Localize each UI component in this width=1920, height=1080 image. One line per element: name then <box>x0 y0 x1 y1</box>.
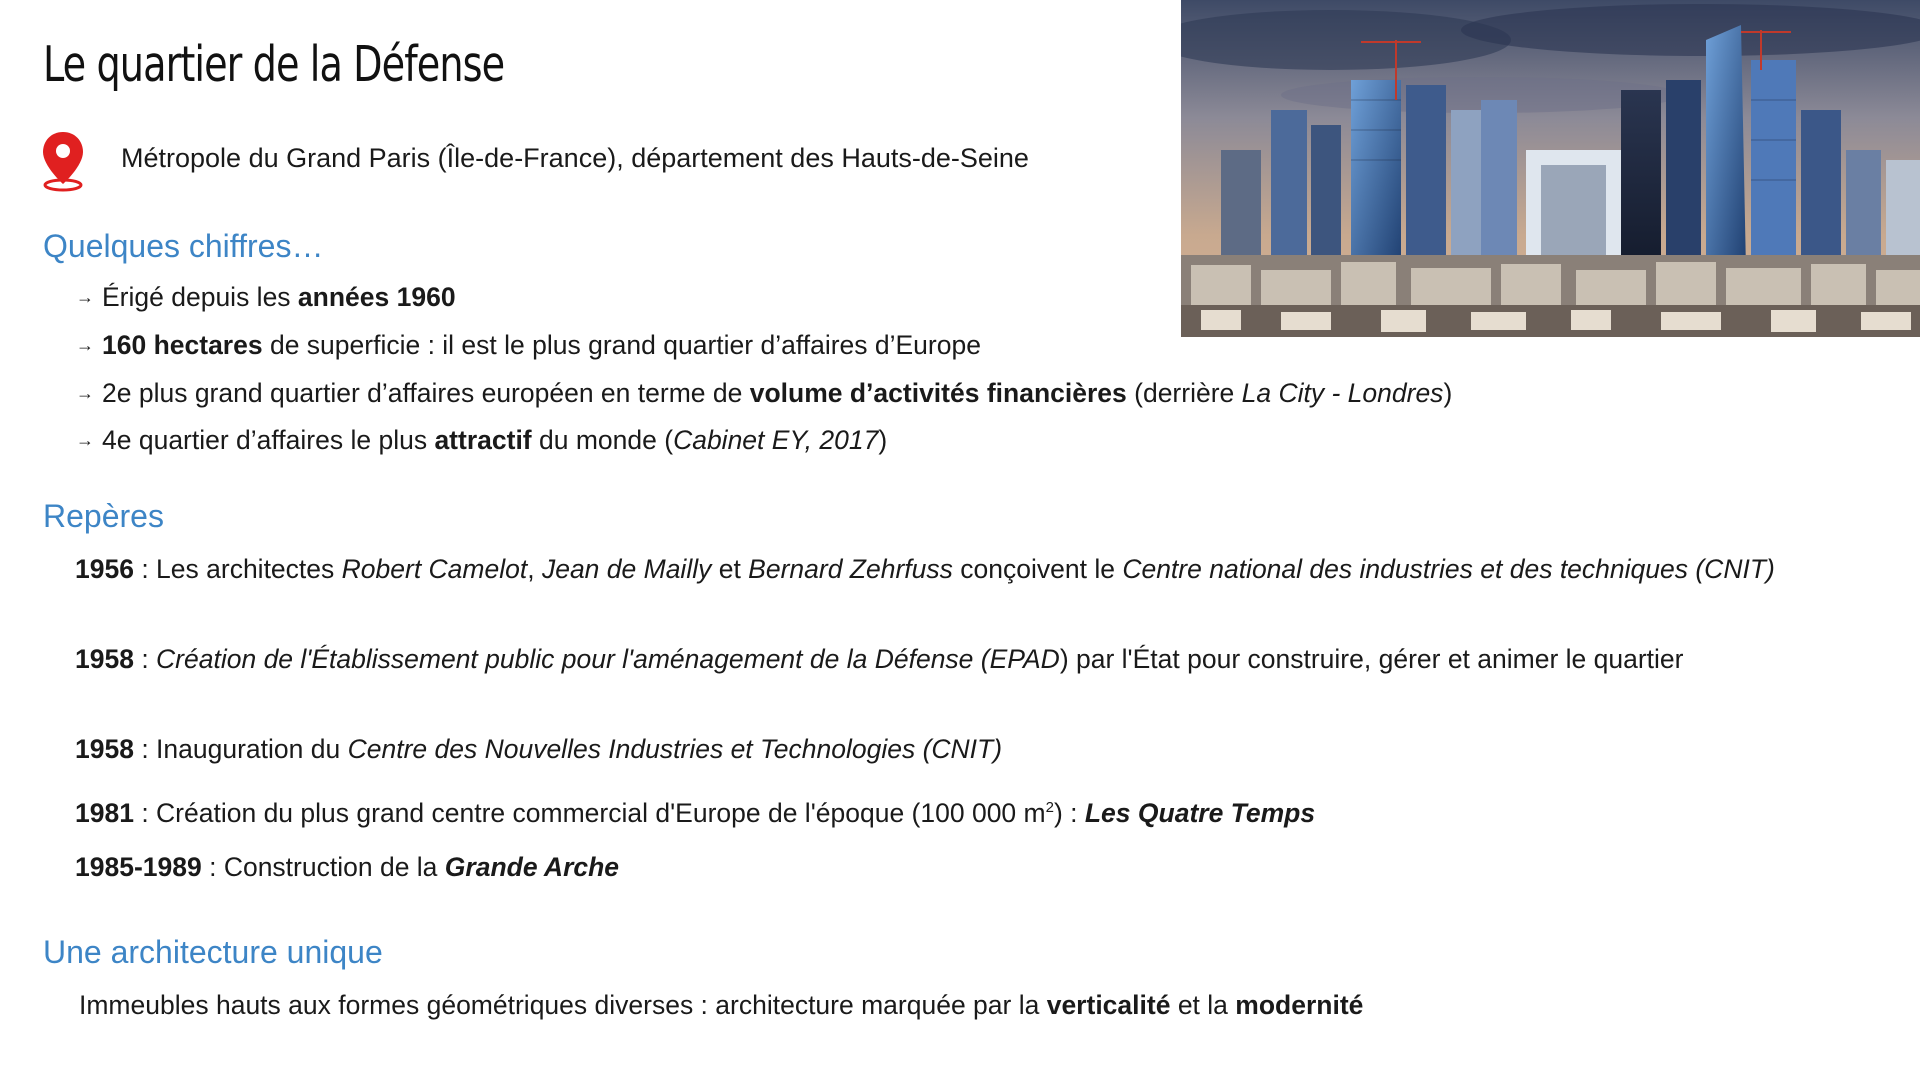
small-arrow-icon: → <box>76 430 94 450</box>
small-arrow-icon: → <box>76 383 94 403</box>
timeline-item: 1958 : Inauguration du Centre des Nouvel… <box>75 734 1003 764</box>
timeline-item: 1985-1989 : Construction de la Grande Ar… <box>75 852 620 882</box>
timeline-item: 1958 : Création de l'Établissement publi… <box>75 644 1684 674</box>
heading-quelques-chiffres: Quelques chiffres… <box>43 228 324 264</box>
small-arrow-icon: → <box>76 287 94 307</box>
stat-item: → 2e plus grand quartier d’affaires europ… <box>76 378 1453 408</box>
stat-item: → 160 hectares de superficie : il est le … <box>76 330 981 360</box>
stat-item: → 4e quartier d’affaires le plus attracti… <box>76 425 888 455</box>
heading-architecture: Une architecture unique <box>43 934 383 970</box>
map-pin-icon <box>43 132 83 192</box>
architecture-text: Immeubles hauts aux formes géométriques … <box>79 990 1364 1020</box>
location-text: Métropole du Grand Paris (Île-de-France)… <box>121 143 1029 173</box>
timeline-item: 1956 : Les architectes Robert Camelot, J… <box>75 554 1775 584</box>
timeline-item: 1981 : Création du plus grand centre com… <box>75 797 1316 828</box>
page-title: Le quartier de la Défense <box>43 36 505 93</box>
skyline-photo <box>1181 0 1920 337</box>
stat-item: → Érigé depuis les années 1960 <box>76 282 456 312</box>
small-arrow-icon: → <box>76 335 94 355</box>
heading-reperes: Repères <box>43 498 164 534</box>
